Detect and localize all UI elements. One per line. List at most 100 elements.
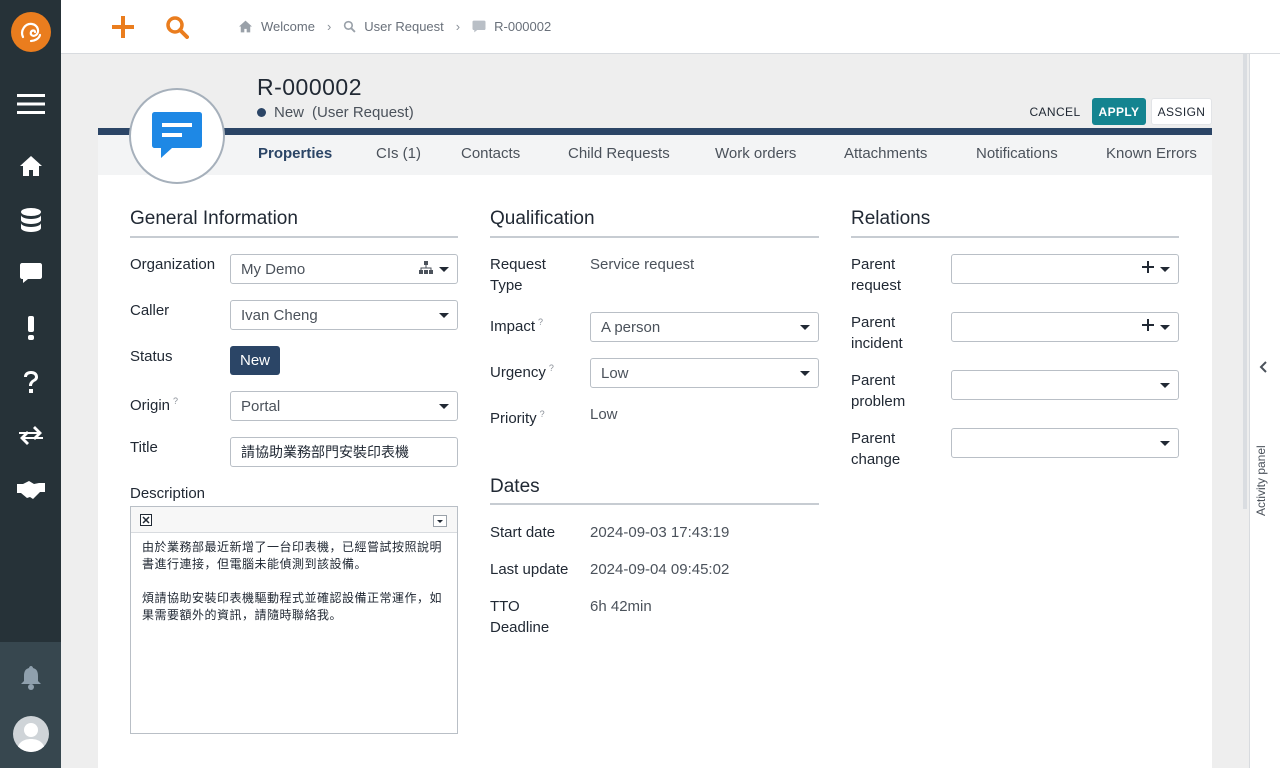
tab-cis[interactable]: CIs (1) bbox=[376, 145, 421, 162]
parent-problem-label: Parent problem bbox=[851, 370, 905, 412]
help-marker[interactable]: ? bbox=[173, 396, 178, 406]
scrollbar[interactable] bbox=[1243, 54, 1247, 509]
object-class: (User Request) bbox=[312, 104, 414, 121]
user-request-icon bbox=[129, 88, 225, 184]
parent-incident-select[interactable] bbox=[951, 312, 1179, 342]
parent-problem-select[interactable] bbox=[951, 370, 1179, 400]
divider bbox=[490, 236, 819, 238]
label-line: request bbox=[851, 277, 902, 294]
request-type-value: Service request bbox=[590, 256, 695, 273]
label-line: Type bbox=[490, 277, 523, 294]
object-status: New (User Request) bbox=[257, 104, 414, 121]
chevron-down-icon bbox=[1160, 383, 1170, 388]
status-label: Status bbox=[130, 348, 173, 365]
user-avatar[interactable] bbox=[13, 716, 49, 752]
caller-value: Ivan Cheng bbox=[241, 306, 318, 324]
tab-contacts[interactable]: Contacts bbox=[461, 145, 520, 162]
tto-deadline-label: TTO Deadline bbox=[490, 596, 549, 638]
description-editor[interactable]: 由於業務部最近新增了一台印表機，已經嘗試按照說明書進行連接，但電腦未能偵測到該設… bbox=[130, 506, 458, 734]
divider bbox=[130, 236, 458, 238]
menu-icon[interactable] bbox=[0, 82, 61, 126]
start-date-value: 2024-09-03 17:43:19 bbox=[590, 524, 730, 541]
chevron-left-icon[interactable] bbox=[1259, 360, 1268, 376]
chevron-right-icon: › bbox=[455, 19, 461, 34]
help-marker[interactable]: ? bbox=[538, 317, 543, 327]
section-title-dates: Dates bbox=[490, 476, 540, 497]
new-object-icon[interactable] bbox=[106, 10, 140, 44]
maximize-icon[interactable] bbox=[140, 513, 152, 529]
help-marker[interactable]: ? bbox=[549, 363, 554, 373]
origin-label: Origin? bbox=[130, 391, 178, 416]
home-icon bbox=[239, 20, 252, 33]
priority-label: Priority? bbox=[490, 404, 545, 429]
chevron-down-icon bbox=[1160, 267, 1170, 272]
question-icon[interactable] bbox=[0, 360, 61, 404]
breadcrumb-user-request[interactable]: User Request bbox=[343, 19, 444, 34]
tab-notifications[interactable]: Notifications bbox=[976, 145, 1058, 162]
chevron-down-icon bbox=[439, 313, 449, 318]
activity-panel[interactable]: Activity panel bbox=[1243, 54, 1280, 768]
title-input[interactable]: 請協助業務部門安裝印表機 bbox=[230, 437, 458, 467]
urgency-label: Urgency? bbox=[490, 358, 554, 383]
label-line: Parent bbox=[851, 314, 896, 331]
tab-known-errors[interactable]: Known Errors bbox=[1106, 145, 1197, 162]
transfer-icon[interactable] bbox=[0, 414, 61, 458]
cancel-button[interactable]: CANCEL bbox=[1023, 98, 1087, 125]
chevron-right-icon: › bbox=[326, 19, 332, 34]
chevron-down-icon bbox=[439, 267, 449, 272]
label-line: TTO bbox=[490, 598, 520, 615]
label-text: Impact bbox=[490, 318, 536, 335]
left-sidebar bbox=[0, 0, 61, 768]
search-icon bbox=[344, 20, 356, 33]
section-title-relations: Relations bbox=[851, 208, 931, 229]
tab-work-orders[interactable]: Work orders bbox=[715, 145, 796, 162]
parent-change-select[interactable] bbox=[951, 428, 1179, 458]
tab-child-requests[interactable]: Child Requests bbox=[568, 145, 670, 162]
start-date-label: Start date bbox=[490, 524, 556, 541]
bell-icon[interactable] bbox=[0, 656, 61, 700]
plus-icon[interactable] bbox=[1142, 318, 1154, 335]
activity-panel-label: Activity panel bbox=[1254, 445, 1268, 516]
exclamation-icon[interactable] bbox=[0, 306, 61, 350]
tab-attachments[interactable]: Attachments bbox=[844, 145, 927, 162]
priority-value: Low bbox=[590, 406, 618, 423]
editor-toolbar bbox=[131, 507, 457, 533]
handshake-icon[interactable] bbox=[0, 468, 61, 512]
breadcrumb-label: R-000002 bbox=[494, 19, 552, 34]
label-line: Parent bbox=[851, 430, 896, 447]
organization-value: My Demo bbox=[241, 260, 306, 278]
last-update-label: Last update bbox=[490, 561, 569, 578]
breadcrumb-welcome[interactable]: Welcome bbox=[238, 19, 315, 34]
toolbar-toggle-icon[interactable] bbox=[433, 514, 447, 530]
chevron-down-icon bbox=[800, 325, 810, 330]
caller-label: Caller bbox=[130, 302, 170, 319]
search-icon[interactable] bbox=[160, 10, 194, 44]
chat-icon[interactable] bbox=[0, 251, 61, 295]
breadcrumb-current[interactable]: R-000002 bbox=[472, 19, 551, 34]
database-icon[interactable] bbox=[0, 198, 61, 242]
label-line: problem bbox=[851, 393, 906, 410]
urgency-select[interactable]: Low bbox=[590, 358, 819, 388]
apply-button[interactable]: APPLY bbox=[1092, 98, 1146, 125]
breadcrumb: Welcome › User Request › R-000002 bbox=[238, 19, 551, 34]
status-dot bbox=[257, 108, 266, 117]
itop-logo[interactable] bbox=[11, 12, 51, 52]
tab-properties[interactable]: Properties bbox=[258, 145, 332, 162]
home-icon[interactable] bbox=[0, 144, 61, 188]
title-value: 請協助業務部門安裝印表機 bbox=[241, 444, 409, 460]
origin-select[interactable]: Portal bbox=[230, 391, 458, 421]
organization-select[interactable]: My Demo bbox=[230, 254, 458, 284]
label-line: incident bbox=[851, 335, 903, 352]
plus-icon[interactable] bbox=[1142, 260, 1154, 277]
caller-select[interactable]: Ivan Cheng bbox=[230, 300, 458, 330]
help-marker[interactable]: ? bbox=[540, 409, 545, 419]
impact-select[interactable]: A person bbox=[590, 312, 819, 342]
divider bbox=[851, 236, 1179, 238]
parent-change-label: Parent change bbox=[851, 428, 900, 470]
divider bbox=[490, 503, 819, 505]
assign-button[interactable]: ASSIGN bbox=[1151, 98, 1212, 125]
label-line: change bbox=[851, 451, 901, 468]
parent-request-select[interactable] bbox=[951, 254, 1179, 284]
label-line: Deadline bbox=[490, 619, 550, 636]
hierarchy-icon[interactable] bbox=[419, 261, 433, 279]
